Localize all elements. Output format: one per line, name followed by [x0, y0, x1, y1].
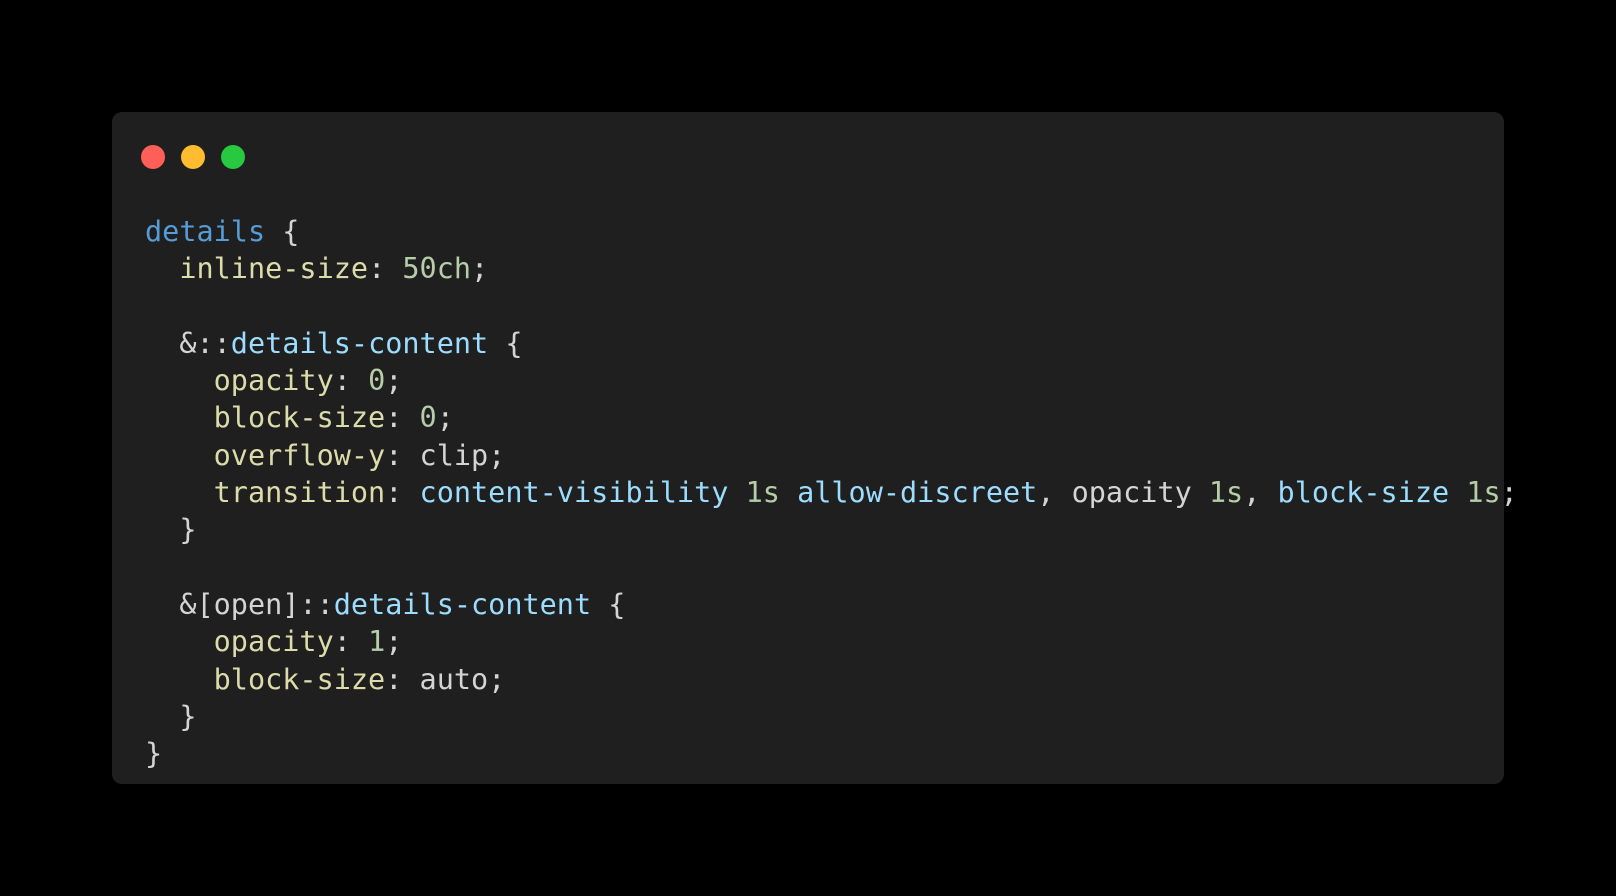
- code-token: }: [145, 737, 163, 771]
- code-line: }: [145, 698, 1518, 735]
- code-token: allow-discreet: [797, 476, 1038, 510]
- code-token: opacity: [145, 364, 334, 398]
- code-token: {: [488, 326, 523, 360]
- code-window: details { inline-size: 50ch; &::details-…: [112, 112, 1518, 784]
- code-token: }: [145, 513, 197, 547]
- minimize-button[interactable]: [181, 145, 205, 169]
- code-token: :: [333, 625, 369, 659]
- code-line: inline-size: 50ch;: [145, 250, 1518, 287]
- code-line: }: [145, 511, 1518, 548]
- window-controls: [141, 145, 245, 169]
- code-token: overflow-y: [145, 438, 386, 472]
- code-token: 50ch: [402, 252, 472, 286]
- code-line: overflow-y: clip;: [145, 437, 1518, 474]
- code-token: :: [368, 252, 403, 286]
- code-token: details: [145, 215, 266, 248]
- code-token: block-size: [1277, 476, 1450, 510]
- code-token: 0: [368, 364, 386, 398]
- code-token: block-size: [145, 401, 386, 435]
- zoom-button[interactable]: [221, 145, 245, 169]
- code-token: ,: [1243, 476, 1278, 510]
- code-line: opacity: 0;: [145, 362, 1518, 399]
- code-token: ;: [1500, 476, 1518, 510]
- code-line: }: [145, 735, 1518, 772]
- code-token: : clip;: [385, 438, 506, 472]
- code-token: 1: [368, 625, 386, 659]
- code-token: content-visibility: [419, 476, 729, 510]
- code-line: details {: [145, 213, 1518, 250]
- code-block: details { inline-size: 50ch; &::details-…: [145, 213, 1518, 772]
- code-token: }: [145, 699, 197, 733]
- code-token: 1s: [1466, 476, 1501, 510]
- code-token: :: [385, 476, 420, 510]
- code-token: transition: [145, 476, 386, 510]
- code-token: {: [265, 215, 300, 248]
- code-token: 1s: [1208, 476, 1244, 510]
- code-token: ;: [471, 252, 489, 286]
- code-token: 0: [419, 401, 437, 435]
- code-line: opacity: 1;: [145, 623, 1518, 660]
- code-line: &[open]::details-content {: [145, 586, 1518, 623]
- code-token: details-content: [230, 326, 489, 360]
- code-line: transition: content-visibility 1s allow-…: [145, 474, 1518, 511]
- code-token: ;: [385, 625, 403, 659]
- code-token: 1s: [745, 476, 780, 510]
- code-token: inline-size: [145, 252, 369, 286]
- code-token: details-content: [333, 587, 592, 621]
- code-token: :: [333, 364, 369, 398]
- code-token: block-size: [145, 662, 386, 696]
- code-token: , opacity: [1037, 476, 1209, 510]
- close-button[interactable]: [141, 145, 165, 169]
- code-token: opacity: [145, 625, 334, 659]
- code-token: ;: [385, 364, 403, 398]
- code-token: :: [385, 401, 420, 435]
- code-line: &::details-content {: [145, 325, 1518, 362]
- code-token: : auto;: [385, 662, 506, 696]
- code-line: block-size: auto;: [145, 661, 1518, 698]
- code-token: &[open]::: [145, 587, 334, 621]
- code-token: &::: [145, 326, 231, 360]
- code-line: block-size: 0;: [145, 399, 1518, 436]
- code-token: ;: [436, 401, 454, 435]
- code-token: {: [591, 587, 626, 621]
